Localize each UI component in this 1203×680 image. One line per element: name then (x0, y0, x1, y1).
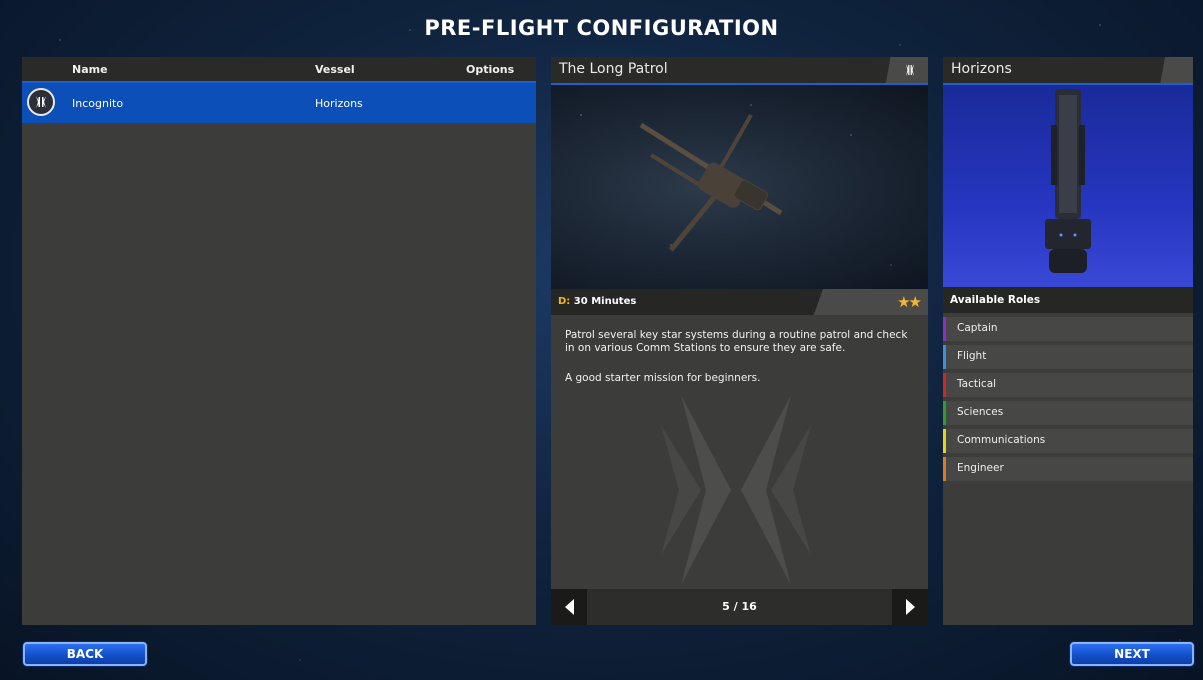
role-color-bar (943, 345, 946, 369)
description-paragraph: A good starter mission for beginners. (565, 372, 761, 384)
mission-title: The Long Patrol (559, 61, 668, 77)
role-label: Sciences (957, 406, 1004, 418)
next-button[interactable]: NEXT (1070, 642, 1194, 666)
star-icon: ★ (908, 293, 923, 311)
role-captain[interactable]: Captain (943, 317, 1193, 341)
mission-page-count: 5 / 16 (722, 600, 757, 613)
mission-info-bar: D: 30 Minutes ★★ (551, 289, 928, 315)
role-communications[interactable]: Communications (943, 429, 1193, 453)
back-button[interactable]: BACK (23, 642, 147, 666)
vessel-image (943, 85, 1193, 287)
duration-value: 30 Minutes (573, 296, 637, 307)
roles-list: Captain Flight Tactical Sciences Communi… (943, 317, 1193, 481)
mission-duration: D: 30 Minutes (558, 296, 636, 307)
role-color-bar (943, 429, 946, 453)
difficulty-stars: ★★ (897, 293, 923, 311)
role-color-bar (943, 457, 946, 481)
role-color-bar (943, 401, 946, 425)
crew-list-header: Name Vessel Options (22, 57, 536, 83)
mission-header: The Long Patrol (551, 57, 928, 85)
vessel-header: Horizons (943, 57, 1193, 85)
role-label: Communications (957, 434, 1046, 446)
role-label: Captain (957, 322, 998, 334)
crew-list-panel: Name Vessel Options Incognito Horizons (22, 57, 536, 625)
duration-label: D: (558, 296, 571, 307)
page-title: PRE-FLIGHT CONFIGURATION (424, 16, 779, 40)
crew-vessel: Horizons (315, 96, 363, 110)
star-icon: ★ (897, 293, 911, 311)
role-tactical[interactable]: Tactical (943, 373, 1193, 397)
role-label: Tactical (957, 378, 997, 390)
description-paragraph: Patrol several key star systems during a… (565, 329, 908, 354)
vessel-name: Horizons (951, 61, 1012, 77)
starship-illustration (1045, 89, 1091, 273)
arrow-right-icon (905, 599, 915, 615)
mission-image (551, 85, 928, 289)
mission-pager: 5 / 16 (551, 589, 928, 625)
next-mission-button[interactable] (892, 589, 928, 625)
column-header-name[interactable]: Name (72, 63, 108, 76)
role-label: Flight (957, 350, 987, 362)
crew-name: Incognito (72, 96, 124, 110)
role-flight[interactable]: Flight (943, 345, 1193, 369)
roles-header: Available Roles (943, 287, 1193, 313)
role-color-bar (943, 317, 946, 341)
crew-list-row[interactable]: Incognito Horizons (22, 83, 536, 123)
role-label: Engineer (957, 462, 1004, 474)
column-header-vessel[interactable]: Vessel (315, 63, 355, 76)
vessel-panel: Horizons Available Roles Captain Flight … (943, 57, 1193, 625)
role-sciences[interactable]: Sciences (943, 401, 1193, 425)
faction-emblem-icon (27, 88, 55, 116)
space-station-illustration (639, 114, 783, 252)
faction-watermark-icon (661, 395, 811, 585)
roles-title: Available Roles (950, 294, 1041, 306)
column-header-options[interactable]: Options (466, 63, 514, 76)
mission-panel: The Long Patrol D: 30 Minutes ★★ Patrol … (551, 57, 928, 625)
faction-emblem-icon (904, 62, 916, 81)
mission-description: Patrol several key star systems during a… (551, 315, 928, 589)
role-engineer[interactable]: Engineer (943, 457, 1193, 481)
header-decoration (1151, 57, 1193, 83)
role-color-bar (943, 373, 946, 397)
